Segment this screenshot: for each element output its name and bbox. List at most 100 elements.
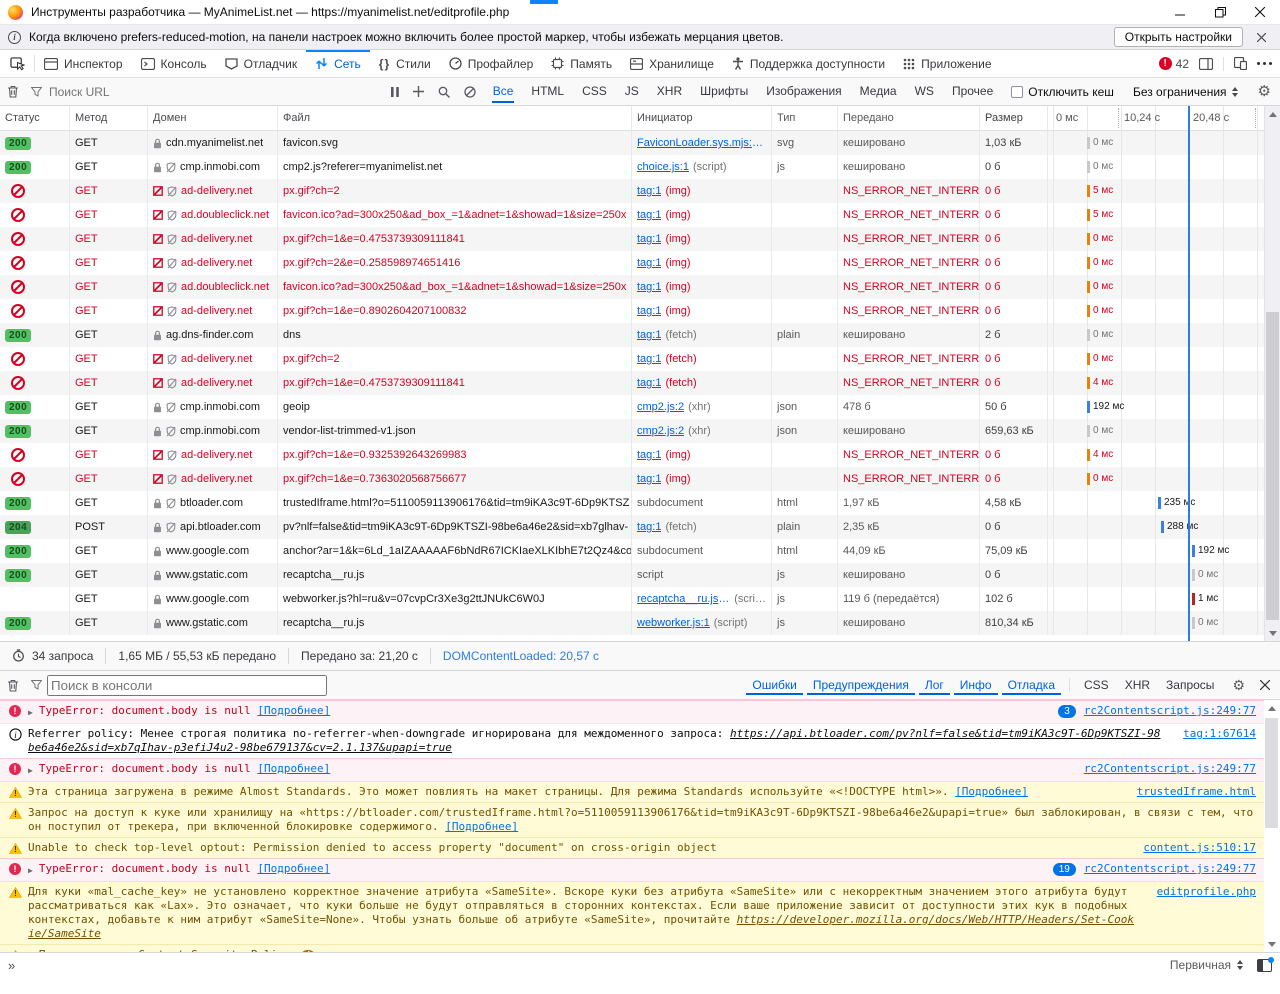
pause-traffic-icon[interactable] bbox=[384, 78, 406, 105]
tab-accessibility[interactable]: Поддержка доступности bbox=[723, 50, 894, 77]
table-row[interactable]: 200 GET ag.dns-finder.com dns tag:1 (fetch) pl… bbox=[0, 323, 1264, 347]
tab-storage[interactable]: Хранилище bbox=[621, 50, 723, 77]
initiator-link[interactable]: tag:1 bbox=[637, 257, 661, 269]
console-message[interactable]: ! ▶ Предупреждения Content-Security-Policy… bbox=[0, 944, 1264, 952]
table-row[interactable]: 200 GET btloader.com trustedIframe.html?o=5… bbox=[0, 491, 1264, 515]
console-message[interactable]: ! Эта страница загружена в режиме Almost … bbox=[0, 781, 1264, 802]
source-link[interactable]: tag:1:67614 bbox=[1183, 727, 1256, 741]
filter-изображения[interactable]: Изображения bbox=[758, 78, 849, 105]
console-message[interactable]: ! Запрос на доступ к куке или хранилищу н… bbox=[0, 802, 1264, 837]
search-icon[interactable] bbox=[431, 78, 457, 105]
notification-close-icon[interactable] bbox=[1251, 30, 1272, 45]
throttling-select[interactable]: Без ограничения bbox=[1123, 85, 1248, 99]
table-row[interactable]: GET ad.doubleclick.net favicon.ico?ad=300x… bbox=[0, 275, 1264, 299]
filter-xhr[interactable]: XHR bbox=[649, 78, 690, 105]
initiator-link[interactable]: tag:1 bbox=[637, 353, 661, 365]
message-url[interactable]: https://developer.mozilla.org/docs/Web/H… bbox=[28, 913, 1134, 940]
table-row[interactable]: GET ad-delivery.net px.gif?ch=1&e=0.890260… bbox=[0, 299, 1264, 323]
filter-все[interactable]: Все bbox=[485, 78, 522, 105]
table-row[interactable]: 200 GET www.gstatic.com recaptcha__ru.js web… bbox=[0, 611, 1264, 635]
url-filter-input[interactable] bbox=[47, 83, 384, 100]
error-count-badge[interactable]: ! 42 bbox=[1158, 57, 1189, 71]
column-domain[interactable]: Домен bbox=[148, 106, 278, 130]
tab-application[interactable]: Приложение bbox=[894, 50, 1000, 77]
network-scrollbar[interactable] bbox=[1264, 106, 1280, 641]
source-link[interactable]: trustedIframe.html bbox=[1137, 785, 1256, 799]
initiator-link[interactable]: tag:1 bbox=[637, 209, 661, 221]
console-filter-запросы[interactable]: Запросы bbox=[1160, 671, 1220, 699]
learn-more-link[interactable]: [Подробнее] bbox=[955, 785, 1028, 798]
filter-прочее[interactable]: Прочее bbox=[944, 78, 1001, 105]
table-row[interactable]: GET www.google.com webworker.js?hl=ru&v=07… bbox=[0, 587, 1264, 611]
column-method[interactable]: Метод bbox=[70, 106, 148, 130]
console-message[interactable]: ! ▶ TypeError: document.body is null [Подр… bbox=[0, 858, 1264, 881]
source-link[interactable]: rc2Contentscript.js:249:77 bbox=[1084, 762, 1256, 776]
table-row[interactable]: 200 GET www.gstatic.com recaptcha__ru.js scr… bbox=[0, 563, 1264, 587]
tab-inspector[interactable]: Инспектор bbox=[35, 50, 132, 77]
table-row[interactable]: 200 GET cmp.inmobi.com vendor-list-trimmed-… bbox=[0, 419, 1264, 443]
scroll-up-arrow[interactable] bbox=[1264, 700, 1279, 716]
source-link[interactable]: editprofile.php bbox=[1157, 885, 1256, 899]
domcontentloaded-time[interactable]: DOMContentLoaded: 20,57 с bbox=[431, 648, 611, 665]
scroll-down-arrow[interactable] bbox=[1264, 936, 1279, 952]
column-waterfall[interactable]: 0 мс 10,24 с 20,48 с bbox=[1048, 106, 1264, 130]
console-message[interactable]: i Referrer policy: Менее строгая политика… bbox=[0, 723, 1264, 758]
console-filter-лог[interactable]: Лог bbox=[918, 671, 950, 699]
clear-requests-icon[interactable] bbox=[0, 78, 26, 105]
scroll-up-arrow[interactable] bbox=[1265, 106, 1280, 122]
tab-memory[interactable]: Память bbox=[542, 50, 621, 77]
expand-twisty-icon[interactable]: ▶ bbox=[28, 706, 33, 720]
initiator-link[interactable]: tag:1 bbox=[637, 281, 661, 293]
column-file[interactable]: Файл bbox=[278, 106, 632, 130]
filter-медиа[interactable]: Медиа bbox=[852, 78, 905, 105]
source-link[interactable]: content.js:510:17 bbox=[1143, 841, 1256, 855]
console-filter-ошибки[interactable]: Ошибки bbox=[746, 671, 803, 699]
console-message[interactable]: ! Unable to check top-level optout: Permi… bbox=[0, 837, 1264, 858]
column-initiator[interactable]: Инициатор bbox=[632, 106, 772, 130]
message-url[interactable]: https://api.btloader.com/pv?nlf=false&ti… bbox=[28, 727, 1160, 754]
responsive-design-icon[interactable] bbox=[1234, 57, 1247, 70]
console-message[interactable]: ! Для куки «mal_cache_key» не установлено… bbox=[0, 881, 1264, 944]
column-transferred[interactable]: Передано bbox=[838, 106, 980, 130]
block-request-icon[interactable] bbox=[457, 78, 483, 105]
close-button[interactable] bbox=[1240, 0, 1280, 24]
split-console-icon[interactable] bbox=[1199, 57, 1213, 70]
expand-twisty-icon[interactable]: ▶ bbox=[28, 764, 33, 778]
table-row[interactable]: 204 POST api.btloader.com pv?nlf=false&tid=… bbox=[0, 515, 1264, 539]
console-filter-css[interactable]: CSS bbox=[1078, 671, 1115, 699]
column-status[interactable]: Статус bbox=[0, 106, 70, 130]
console-scrollbar[interactable] bbox=[1264, 700, 1280, 952]
evaluation-context-selector[interactable]: Первичная bbox=[1170, 956, 1274, 972]
console-filter-отладка[interactable]: Отладка bbox=[1001, 671, 1061, 699]
open-settings-button[interactable]: Открыть настройки bbox=[1113, 27, 1243, 47]
table-row[interactable]: 200 GET cmp.inmobi.com geoip cmp2.js:2 (xhr) j… bbox=[0, 395, 1264, 419]
table-row[interactable]: GET ad-delivery.net px.gif?ch=1&e=0.736302… bbox=[0, 467, 1264, 491]
console-message[interactable]: ! ▶ TypeError: document.body is null [Подр… bbox=[0, 758, 1264, 781]
tab-profiler[interactable]: Профайлер bbox=[440, 50, 543, 77]
initiator-link[interactable]: tag:1 bbox=[637, 233, 661, 245]
disable-cache-control[interactable]: Отключить кеш bbox=[1003, 85, 1122, 99]
requests-count[interactable]: 34 запроса bbox=[0, 647, 107, 665]
table-row[interactable]: 200 GET www.google.com anchor?ar=1&k=6Ld_1a… bbox=[0, 539, 1264, 563]
filter-js[interactable]: JS bbox=[617, 78, 647, 105]
minimize-button[interactable] bbox=[1160, 0, 1200, 24]
editor-mode-icon[interactable] bbox=[1257, 956, 1274, 972]
column-type[interactable]: Тип bbox=[772, 106, 838, 130]
initiator-link[interactable]: recaptcha__ru.js:599 bbox=[637, 593, 730, 605]
initiator-link[interactable]: tag:1 bbox=[637, 377, 661, 389]
console-filter-input[interactable] bbox=[47, 674, 327, 696]
console-settings-gear-icon[interactable]: ⚙ bbox=[1223, 678, 1254, 692]
disable-cache-checkbox[interactable] bbox=[1011, 85, 1024, 98]
initiator-link[interactable]: tag:1 bbox=[637, 185, 661, 197]
scroll-down-arrow[interactable] bbox=[1265, 625, 1280, 641]
filter-шрифты[interactable]: Шрифты bbox=[692, 78, 756, 105]
initiator-link[interactable]: tag:1 bbox=[637, 473, 661, 485]
table-row[interactable]: GET ad-delivery.net px.gif?ch=1&e=0.475373… bbox=[0, 227, 1264, 251]
tab-console[interactable]: Консоль bbox=[132, 50, 216, 77]
table-row[interactable]: GET ad-delivery.net px.gif?ch=1&e=0.475373… bbox=[0, 371, 1264, 395]
devtools-menu-icon[interactable] bbox=[1257, 62, 1272, 65]
initiator-link[interactable]: tag:1 bbox=[637, 449, 661, 461]
table-row[interactable]: GET ad-delivery.net px.gif?ch=1&e=0.932539… bbox=[0, 443, 1264, 467]
console-filter-предупреждения[interactable]: Предупреждения bbox=[806, 671, 915, 699]
table-row[interactable]: 200 GET cdn.myanimelist.net favicon.svg Favi… bbox=[0, 131, 1264, 155]
